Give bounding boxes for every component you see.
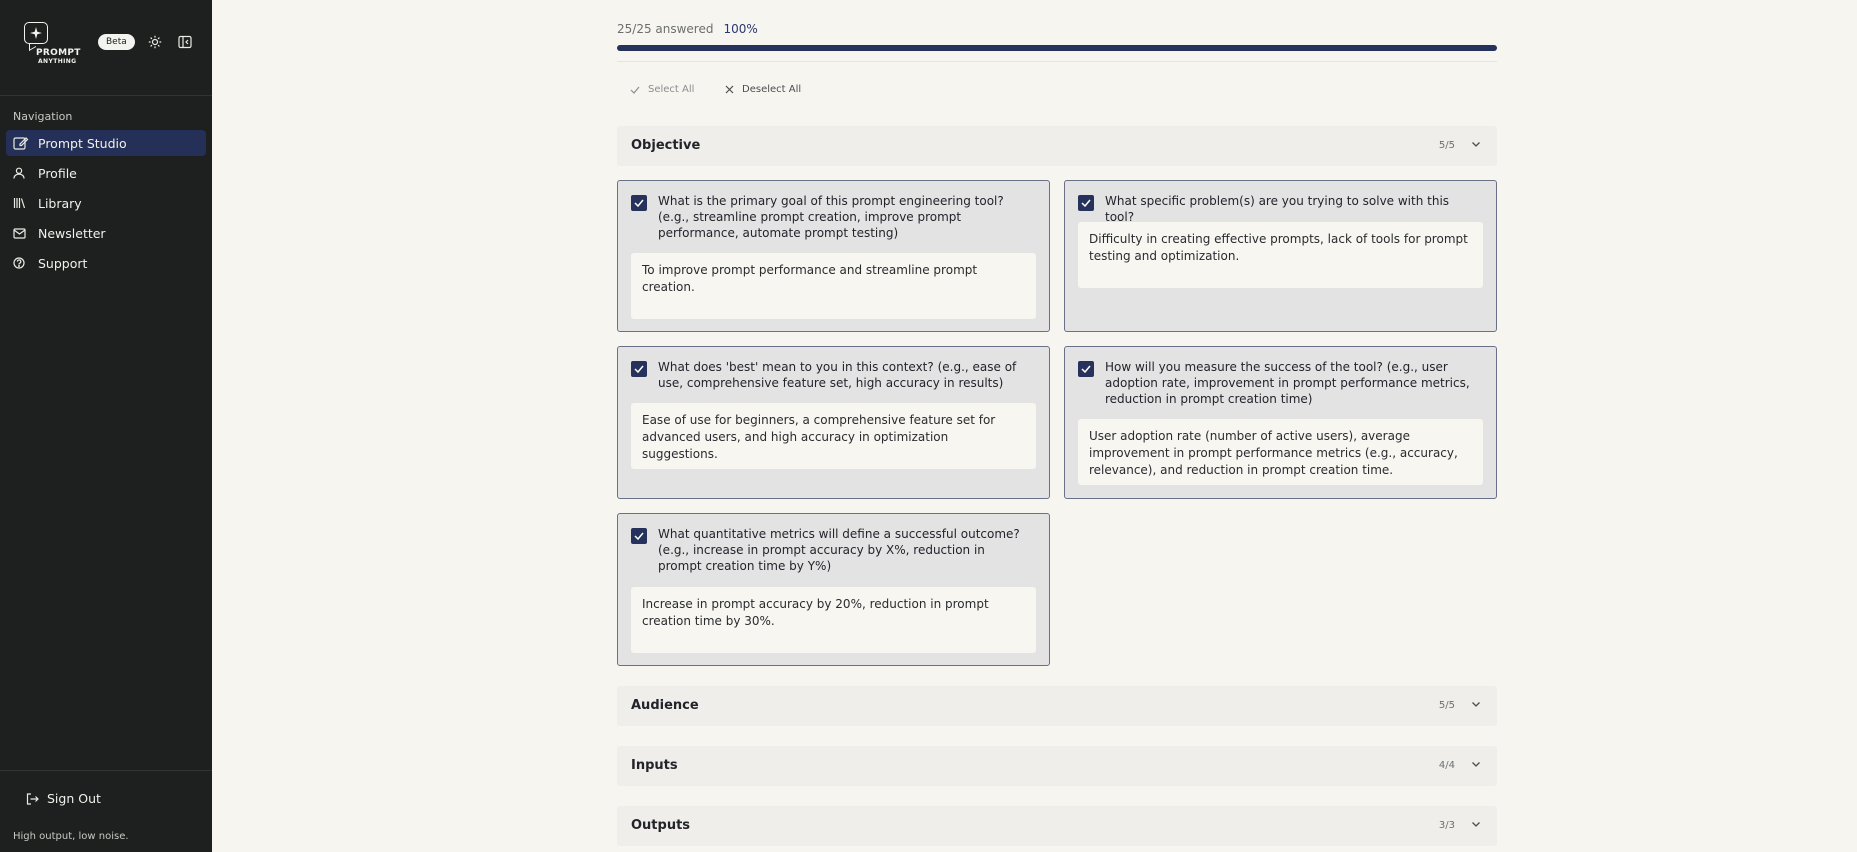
section-title: Objective bbox=[631, 138, 701, 153]
section-title: Outputs bbox=[631, 818, 691, 833]
chevron-down-icon bbox=[1471, 759, 1481, 769]
nav-heading: Navigation bbox=[13, 110, 73, 123]
question-text: What is the primary goal of this prompt … bbox=[658, 194, 1004, 240]
progress-percent: 100% bbox=[723, 22, 758, 36]
question-card: What specific problem(s) are you trying … bbox=[1064, 180, 1497, 332]
help-circle-icon bbox=[13, 255, 31, 271]
sidebar-item-label: Prompt Studio bbox=[38, 135, 127, 151]
check-icon bbox=[634, 199, 644, 207]
answer-field[interactable]: Difficulty in creating effective prompts… bbox=[1078, 222, 1483, 288]
check-icon bbox=[1081, 365, 1091, 373]
section-title: Inputs bbox=[631, 758, 678, 773]
progress-divider bbox=[617, 61, 1497, 62]
sidebar-item-profile[interactable]: Profile bbox=[6, 160, 206, 186]
question-card: What is the primary goal of this prompt … bbox=[617, 180, 1050, 332]
edit-icon bbox=[13, 135, 31, 151]
progress-bar bbox=[617, 45, 1497, 51]
section-count: 4/4 bbox=[1438, 760, 1455, 771]
select-all-label: Select All bbox=[648, 84, 695, 95]
brand-name: PROMPT bbox=[36, 48, 81, 58]
tagline: High output, low noise. bbox=[13, 831, 129, 842]
sidebar-item-label: Profile bbox=[38, 165, 77, 181]
question-checkbox[interactable] bbox=[631, 528, 647, 544]
sun-icon[interactable] bbox=[147, 34, 163, 50]
deselect-all-button[interactable]: Deselect All bbox=[725, 84, 801, 95]
chevron-down-icon bbox=[1471, 699, 1481, 709]
close-icon bbox=[725, 85, 734, 94]
chevron-down-icon bbox=[1471, 139, 1481, 149]
check-icon bbox=[634, 365, 644, 373]
sidebar-item-support[interactable]: Support bbox=[6, 250, 206, 276]
answer-field[interactable]: To improve prompt performance and stream… bbox=[631, 253, 1036, 319]
select-all-button[interactable]: Select All bbox=[630, 84, 694, 95]
beta-badge: Beta bbox=[98, 34, 135, 50]
section-header-outputs[interactable]: Outputs 3/3 bbox=[617, 806, 1497, 846]
sidebar-divider-bottom bbox=[0, 770, 212, 771]
question-card: What does 'best' mean to you in this con… bbox=[617, 346, 1050, 499]
progress-summary: 25/25 answered 100% bbox=[617, 22, 758, 36]
question-checkbox[interactable] bbox=[1078, 361, 1094, 377]
section-title: Audience bbox=[631, 698, 699, 713]
question-text: How will you measure the success of the … bbox=[1105, 360, 1470, 406]
sparkle-bubble-icon bbox=[24, 22, 48, 44]
sign-out-label: Sign Out bbox=[47, 791, 101, 806]
section-header-audience[interactable]: Audience 5/5 bbox=[617, 686, 1497, 726]
brand-subname: ANYTHING bbox=[38, 58, 77, 65]
sidebar-item-label: Library bbox=[38, 195, 82, 211]
sidebar: PROMPT ANYTHING Beta Navigation Prompt S… bbox=[0, 0, 212, 852]
collapse-sidebar-icon[interactable] bbox=[177, 34, 193, 50]
question-text: What specific problem(s) are you trying … bbox=[1105, 194, 1450, 224]
section-count: 5/5 bbox=[1438, 700, 1455, 711]
answer-field[interactable]: User adoption rate (number of active use… bbox=[1078, 419, 1483, 485]
user-icon bbox=[13, 165, 31, 181]
logout-icon bbox=[26, 792, 39, 805]
answer-field[interactable]: Ease of use for beginners, a comprehensi… bbox=[631, 403, 1036, 469]
sidebar-item-library[interactable]: Library bbox=[6, 190, 206, 216]
sidebar-item-label: Support bbox=[38, 255, 88, 271]
question-card: How will you measure the success of the … bbox=[1064, 346, 1497, 499]
section-header-objective[interactable]: Objective 5/5 bbox=[617, 126, 1497, 166]
sign-out-button[interactable]: Sign Out bbox=[26, 791, 101, 806]
section-count: 5/5 bbox=[1438, 140, 1455, 151]
check-icon bbox=[634, 532, 644, 540]
question-checkbox[interactable] bbox=[631, 195, 647, 211]
check-icon bbox=[1081, 199, 1091, 207]
section-header-inputs[interactable]: Inputs 4/4 bbox=[617, 746, 1497, 786]
sidebar-item-label: Newsletter bbox=[38, 225, 106, 241]
deselect-all-label: Deselect All bbox=[742, 84, 802, 95]
question-text: What does 'best' mean to you in this con… bbox=[658, 360, 1017, 390]
sidebar-divider bbox=[0, 95, 212, 96]
question-checkbox[interactable] bbox=[631, 361, 647, 377]
chevron-down-icon bbox=[1471, 819, 1481, 829]
question-checkbox[interactable] bbox=[1078, 195, 1094, 211]
logo[interactable]: PROMPT ANYTHING bbox=[24, 22, 82, 66]
library-icon bbox=[13, 195, 31, 211]
question-card: What quantitative metrics will define a … bbox=[617, 513, 1050, 666]
sidebar-item-prompt-studio[interactable]: Prompt Studio bbox=[6, 130, 206, 156]
progress-bar-fill bbox=[617, 45, 1497, 51]
mail-icon bbox=[13, 225, 31, 241]
answered-count: 25/25 answered bbox=[617, 22, 714, 36]
answer-field[interactable]: Increase in prompt accuracy by 20%, redu… bbox=[631, 587, 1036, 653]
sidebar-item-newsletter[interactable]: Newsletter bbox=[6, 220, 206, 246]
check-icon bbox=[630, 86, 640, 94]
question-text: What quantitative metrics will define a … bbox=[658, 527, 1020, 573]
section-count: 3/3 bbox=[1438, 820, 1455, 831]
